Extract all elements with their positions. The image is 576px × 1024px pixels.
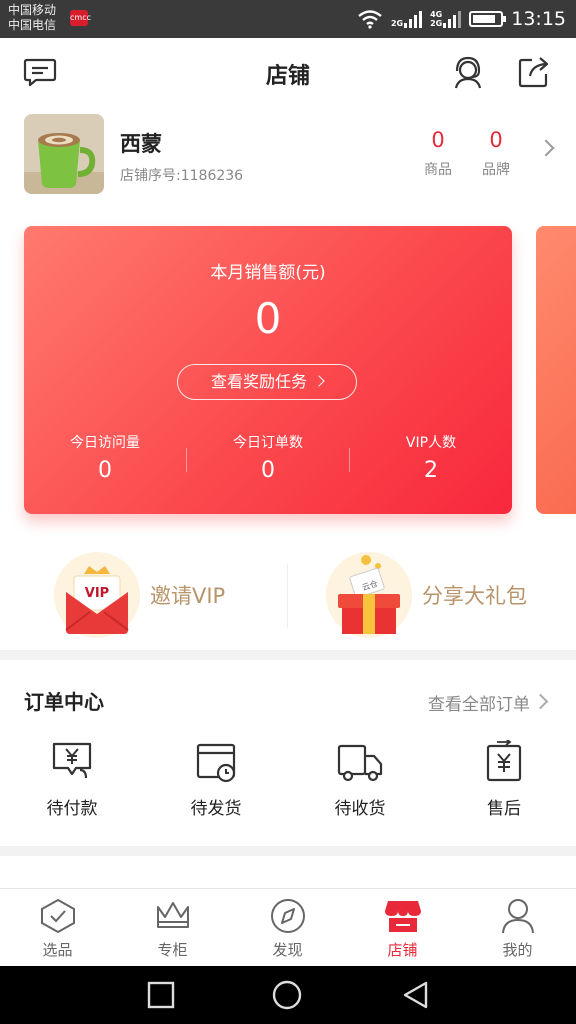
tab-label: 店铺 (387, 941, 418, 959)
vip-count-label: VIP人数 (405, 435, 457, 451)
goods-label: 商品 (424, 162, 452, 178)
divider (287, 564, 288, 628)
compass-icon (270, 899, 305, 933)
vip-envelope-icon: VIP (54, 552, 140, 638)
brand-stat[interactable]: 0 品牌 (471, 128, 521, 179)
pending-shipment-button[interactable]: 待发货 (166, 740, 266, 819)
battery-icon (469, 11, 507, 27)
coffee-cup-image (24, 114, 104, 194)
after-sales-label: 售后 (487, 799, 521, 819)
goods-count: 0 (431, 128, 445, 152)
tab-select-goods[interactable]: 选品 (0, 897, 115, 960)
vip-count-stat: VIP人数 2 (350, 432, 512, 483)
chevron-right-icon[interactable] (537, 139, 555, 157)
invite-vip-button[interactable]: VIP 邀请VIP (54, 552, 284, 638)
store-name: 西蒙 (120, 132, 162, 156)
tab-label: 专柜 (157, 941, 188, 959)
pending-payment-icon (52, 742, 92, 779)
pending-receipt-icon (337, 744, 383, 782)
select-goods-icon (40, 898, 75, 934)
brand-label: 品牌 (482, 162, 510, 178)
after-sales-button[interactable]: 售后 (454, 740, 554, 819)
back-icon[interactable] (400, 980, 430, 1010)
view-all-orders-link[interactable]: 查看全部订单 (428, 690, 530, 715)
recent-apps-icon[interactable] (146, 980, 176, 1010)
home-icon[interactable] (272, 980, 302, 1010)
profile-icon (501, 899, 534, 934)
promo-row: VIP 邀请VIP 云仓 分享大礼包 (0, 540, 576, 650)
tab-store[interactable]: 店铺 (345, 897, 460, 960)
chevron-right-icon[interactable] (532, 693, 549, 710)
chevron-right-icon (313, 375, 325, 387)
clock: 13:15 (511, 8, 566, 30)
tab-label: 我的 (502, 941, 533, 959)
vip-count-value: 2 (424, 458, 438, 483)
today-orders-stat: 今日订单数 0 (187, 432, 349, 483)
store-icon (384, 901, 421, 932)
signal-icon-2 (443, 10, 462, 28)
monthly-sales-card[interactable]: 本月销售额(元) 0 查看奖励任务 今日访问量 0 今日订单数 0 VIP人数 … (24, 226, 512, 514)
after-sales-icon (486, 740, 522, 782)
pending-receipt-label: 待收货 (334, 799, 386, 819)
store-info-card[interactable]: 西蒙 店铺序号:1186236 0 商品 0 品牌 (0, 108, 576, 220)
today-orders-label: 今日订单数 (233, 435, 303, 451)
view-reward-tasks-button[interactable]: 查看奖励任务 (177, 364, 357, 400)
store-avatar[interactable] (24, 114, 104, 194)
crown-icon (156, 902, 189, 928)
pending-payment-label: 待付款 (46, 799, 98, 819)
share-icon[interactable] (516, 54, 552, 90)
pending-payment-button[interactable]: 待付款 (22, 740, 122, 819)
next-card-peek[interactable] (536, 226, 576, 514)
share-gift-pack-button[interactable]: 云仓 分享大礼包 (326, 552, 556, 638)
tab-profile[interactable]: 我的 (460, 897, 575, 960)
share-gift-pack-label: 分享大礼包 (422, 584, 527, 608)
order-center: 订单中心 查看全部订单 待付款 待发货 待收货 售后 (0, 660, 576, 846)
goods-stat[interactable]: 0 商品 (413, 128, 463, 179)
network-type-1: 2G (390, 19, 404, 28)
app-header: 店铺 (0, 38, 576, 108)
pending-shipment-icon (196, 743, 236, 783)
tab-label: 发现 (272, 941, 303, 959)
invite-vip-label: 邀请VIP (150, 584, 226, 608)
order-center-title: 订单中心 (24, 690, 104, 714)
sales-section: 本月销售额(元) 0 查看奖励任务 今日访问量 0 今日订单数 0 VIP人数 … (0, 220, 576, 540)
carrier-2: 中国电信 (8, 18, 57, 32)
today-visits-stat: 今日访问量 0 (24, 432, 186, 483)
pending-shipment-label: 待发货 (190, 799, 242, 819)
network-type-2b: 2G (430, 19, 443, 28)
page-title: 店铺 (265, 64, 310, 89)
today-visits-label: 今日访问量 (70, 435, 140, 451)
today-orders-value: 0 (261, 458, 275, 483)
store-serial: 店铺序号:1186236 (120, 168, 244, 184)
vip-icon-text: VIP (85, 586, 109, 601)
tab-counter[interactable]: 专柜 (115, 897, 230, 960)
carrier-1: 中国移动 (8, 3, 57, 17)
wifi-icon (358, 10, 382, 29)
system-nav-bar (0, 966, 576, 1024)
bottom-tab-bar: 选品 专柜 发现 店铺 我的 (0, 888, 576, 966)
today-visits-value: 0 (98, 458, 112, 483)
network-type-2a: 4G (430, 10, 443, 19)
customer-service-icon[interactable] (450, 54, 486, 90)
pending-receipt-button[interactable]: 待收货 (310, 740, 410, 819)
monthly-sales-label: 本月销售额(元) (210, 263, 326, 283)
signal-icon-1 (404, 10, 423, 28)
status-bar: 中国移动 中国电信 cmcc 2G 4G 2G 13:15 (0, 0, 576, 38)
tab-discover[interactable]: 发现 (230, 897, 345, 960)
brand-count: 0 (489, 128, 503, 152)
carrier-badge-icon: cmcc (70, 10, 91, 26)
tab-label: 选品 (42, 941, 73, 959)
status-indicators: 2G 4G 2G 13:15 (357, 6, 566, 32)
gift-box-icon: 云仓 (326, 552, 412, 638)
carrier-info: 中国移动 中国电信 (8, 3, 56, 33)
reward-button-label: 查看奖励任务 (210, 372, 307, 391)
content-continuation (0, 856, 576, 888)
monthly-sales-amount: 0 (254, 294, 282, 343)
